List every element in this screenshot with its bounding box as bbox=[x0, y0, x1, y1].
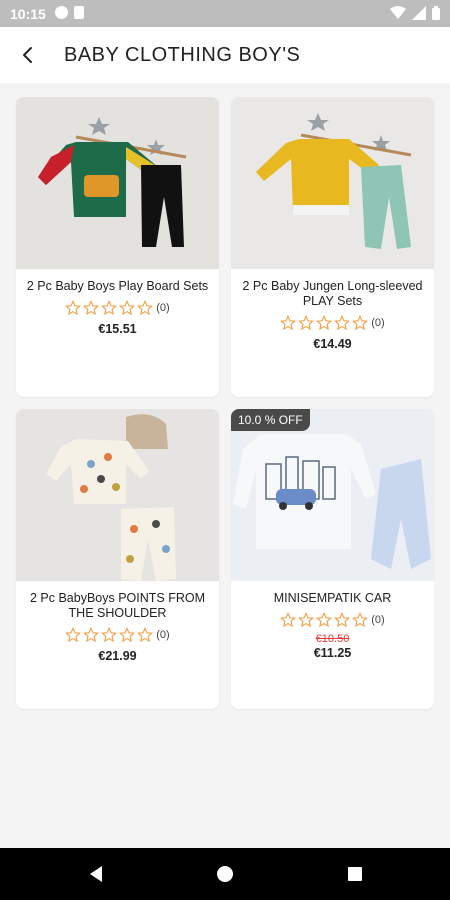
product-name: 2 Pc BabyBoys POINTS FROM THE SHOULDER bbox=[29, 591, 206, 620]
rating-count: (0) bbox=[156, 302, 170, 314]
price: €11.25 bbox=[313, 646, 352, 660]
star-icon bbox=[316, 315, 333, 331]
star-icon bbox=[101, 300, 118, 316]
price: €21.99 bbox=[98, 649, 137, 663]
star-icon bbox=[352, 612, 369, 628]
old-price: €10.50 bbox=[315, 633, 350, 645]
star-icon bbox=[137, 627, 154, 643]
recents-square-icon[interactable] bbox=[343, 862, 367, 886]
product-card[interactable]: 2 Pc Baby Boys Play Board Sets (0) €15.5… bbox=[16, 97, 219, 397]
star-icon bbox=[280, 612, 297, 628]
star-icon bbox=[352, 315, 369, 331]
star-icon bbox=[280, 315, 297, 331]
price: €14.49 bbox=[313, 337, 352, 351]
star-icon bbox=[119, 300, 136, 316]
back-button[interactable] bbox=[8, 35, 48, 75]
wifi-icon bbox=[390, 6, 406, 19]
back-triangle-icon[interactable] bbox=[84, 862, 108, 886]
star-icon bbox=[119, 627, 136, 643]
home-circle-icon[interactable] bbox=[213, 862, 237, 886]
product-image bbox=[16, 97, 219, 269]
star-icon bbox=[65, 627, 82, 643]
status-notifications bbox=[55, 6, 84, 19]
rating: (0) bbox=[22, 627, 213, 643]
system-nav-bar bbox=[0, 848, 450, 900]
star-icon bbox=[65, 300, 82, 316]
status-system-icons bbox=[390, 6, 440, 20]
status-time: 10:15 bbox=[10, 6, 46, 22]
battery-icon bbox=[432, 6, 440, 20]
product-image bbox=[231, 97, 434, 269]
product-name: MINISEMPATIK CAR bbox=[273, 591, 392, 605]
star-icon bbox=[334, 612, 351, 628]
star-icon bbox=[137, 300, 154, 316]
rating-count: (0) bbox=[156, 629, 170, 641]
product-image bbox=[231, 409, 434, 581]
signal-icon bbox=[412, 6, 426, 20]
rating: (0) bbox=[237, 315, 428, 331]
product-card[interactable]: 2 Pc BabyBoys POINTS FROM THE SHOULDER (… bbox=[16, 409, 219, 709]
status-bar: 10:15 bbox=[0, 0, 450, 27]
product-name: 2 Pc Baby Boys Play Board Sets bbox=[26, 279, 209, 293]
star-icon bbox=[316, 612, 333, 628]
product-card[interactable]: 10.0 % OFF MINISEMPATIK CAR (0) €10.50 €… bbox=[231, 409, 434, 709]
arrow-back-icon bbox=[23, 47, 32, 63]
star-icon bbox=[334, 315, 351, 331]
rating: (0) bbox=[22, 300, 213, 316]
rating-count: (0) bbox=[371, 317, 385, 329]
price: €15.51 bbox=[98, 322, 137, 336]
product-name: 2 Pc Baby Jungen Long-sleeved PLAY Sets bbox=[242, 279, 423, 308]
page-title: BABY CLOTHING BOY'S bbox=[64, 44, 301, 66]
rating-count: (0) bbox=[371, 614, 385, 626]
discount-badge: 10.0 % OFF bbox=[231, 409, 310, 431]
star-icon bbox=[83, 300, 100, 316]
product-card[interactable]: 2 Pc Baby Jungen Long-sleeved PLAY Sets … bbox=[231, 97, 434, 397]
product-grid: 2 Pc Baby Boys Play Board Sets (0) €15.5… bbox=[16, 97, 434, 709]
star-icon bbox=[101, 627, 118, 643]
star-icon bbox=[298, 612, 315, 628]
rating: (0) bbox=[237, 612, 428, 628]
notification-icon bbox=[55, 6, 68, 19]
star-icon bbox=[83, 627, 100, 643]
app-bar: BABY CLOTHING BOY'S bbox=[0, 27, 450, 83]
product-image bbox=[16, 409, 219, 581]
sd-card-icon bbox=[74, 6, 84, 19]
star-icon bbox=[298, 315, 315, 331]
